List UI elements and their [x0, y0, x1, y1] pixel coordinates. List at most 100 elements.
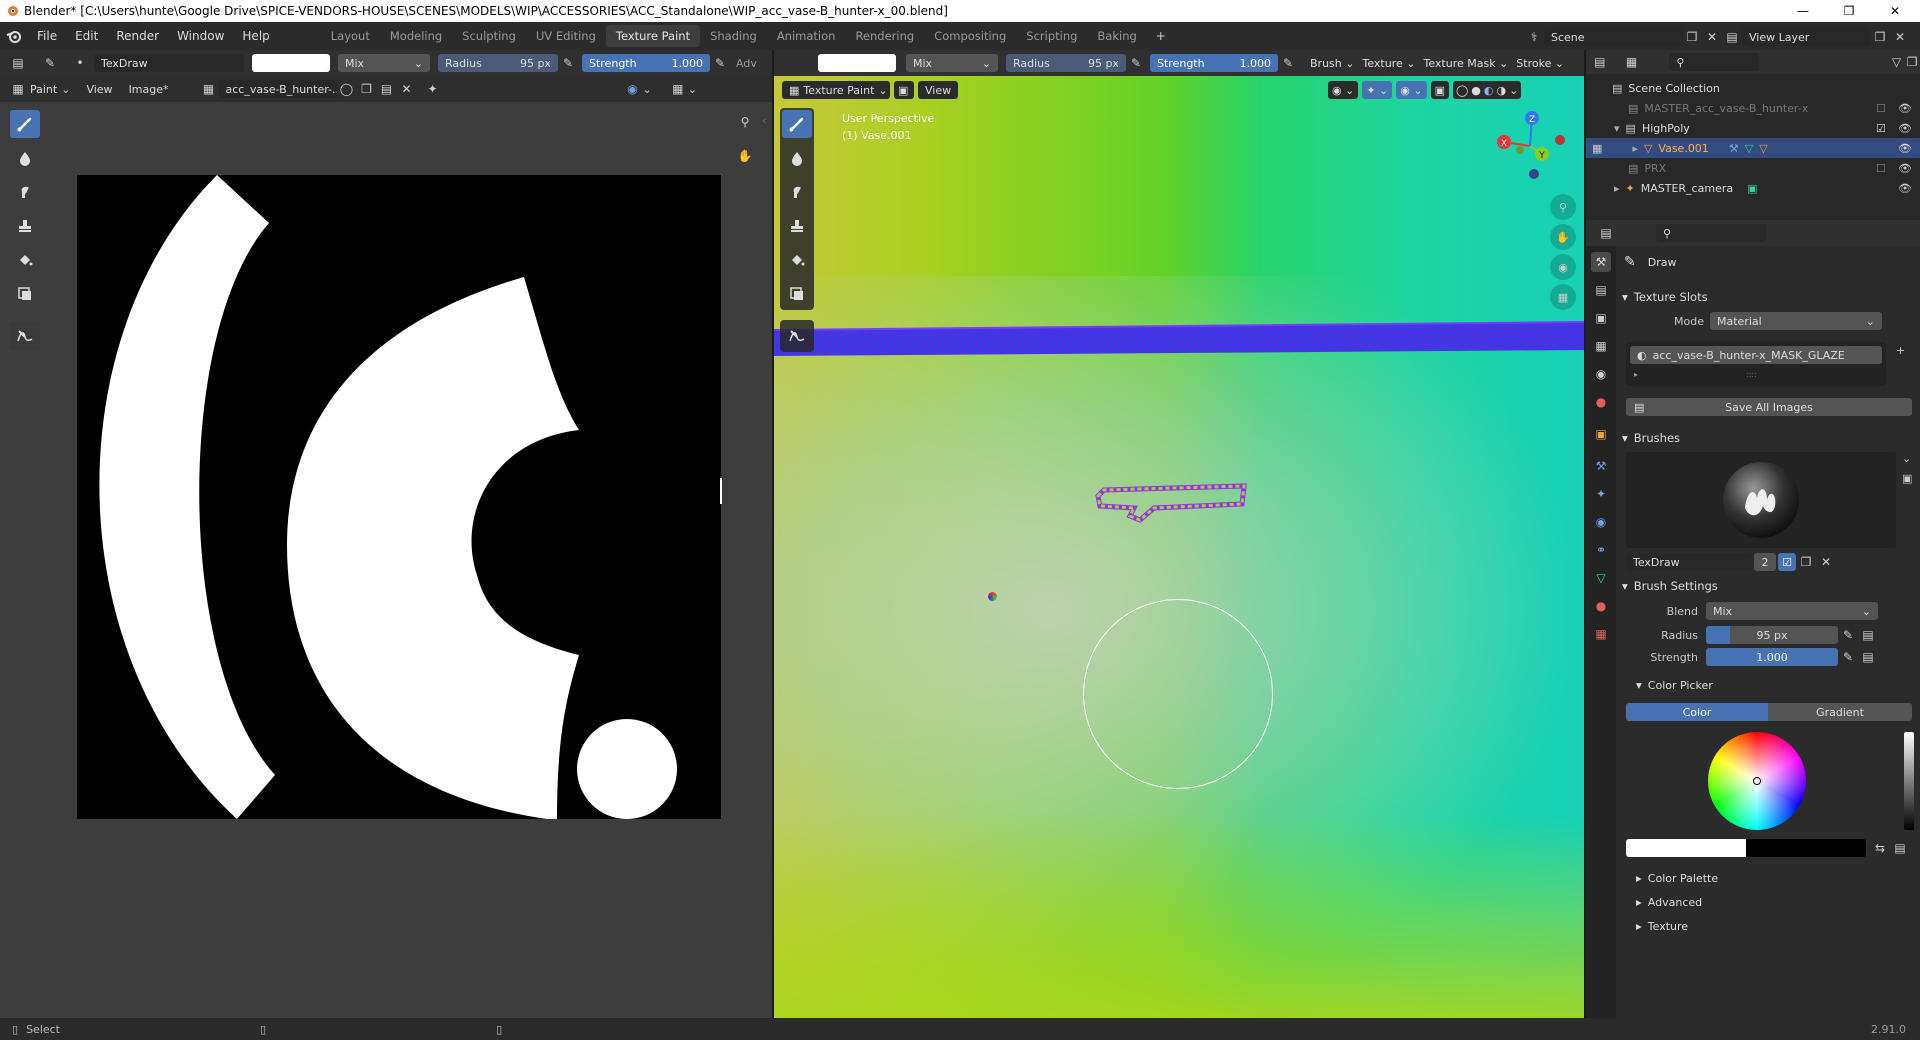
new-scene-icon[interactable]: ❐ [1682, 27, 1702, 47]
zoom-icon[interactable]: ⚲ [1550, 194, 1576, 220]
menu-edit[interactable]: Edit [66, 29, 107, 43]
physics-tab-icon[interactable]: ◉ [1591, 512, 1611, 532]
fake-user-shield-icon[interactable]: ☑ [1778, 553, 1796, 571]
scene-selector[interactable]: ⚕ Scene ❐ ✕ [1524, 27, 1722, 47]
image-browse-icon[interactable]: ▦ [199, 79, 219, 99]
brush-preview[interactable] [1626, 452, 1896, 548]
radius-pressure-icon[interactable]: ✎ [1126, 53, 1146, 73]
open-image-folder-icon[interactable]: ▤ [377, 79, 397, 99]
color-palette-subpanel-header[interactable]: ▸ Color Palette [1636, 867, 1914, 889]
menu-help[interactable]: Help [233, 29, 278, 43]
face-mask-toggle[interactable]: ▣ [894, 81, 914, 99]
new-view-layer-icon[interactable]: ❐ [1870, 27, 1890, 47]
strength-slider[interactable]: 1.000 [1706, 648, 1838, 666]
view-layer-field[interactable]: View Layer [1742, 28, 1870, 46]
pan-hand-icon[interactable]: ✋ [735, 146, 755, 166]
draw-tool-button[interactable] [782, 110, 812, 138]
primary-color-swatch[interactable] [1626, 839, 1746, 857]
delete-scene-icon[interactable]: ✕ [1702, 27, 1722, 47]
color-picker-subpanel-header[interactable]: ▾ Color Picker [1636, 674, 1914, 696]
overlays-toggle[interactable]: ◉ ⌄ [1396, 81, 1427, 99]
expand-arrow-icon[interactable]: ▸ [1632, 142, 1638, 155]
color-pressure-icon[interactable]: ▤ [1890, 838, 1910, 858]
view-layer-selector[interactable]: ▤ View Layer ❐ ✕ [1722, 27, 1910, 47]
radius-unit-icon[interactable]: ▤ [1858, 625, 1878, 645]
outliner-row-camera[interactable]: ▸ ✦ MASTER_camera ▣ 👁 [1586, 178, 1920, 198]
image-name-field[interactable]: acc_vase-B_hunter-... [218, 80, 337, 98]
scene-tab-icon[interactable]: ◉ [1591, 364, 1611, 384]
brush-color-dot-icon[interactable]: • [70, 53, 90, 73]
pin-icon[interactable]: ✦ [423, 79, 443, 99]
data-tab-icon[interactable]: ▽ [1591, 568, 1611, 588]
texture-slot-mode-dropdown[interactable]: Material ⌄ [1710, 312, 1882, 330]
xray-toggle[interactable]: ▣ [1430, 81, 1449, 99]
view-layer-tab-icon[interactable]: ▦ [1591, 336, 1611, 356]
blend-dropdown[interactable]: Mix ⌄ [1706, 602, 1878, 620]
secondary-color-swatch[interactable] [1746, 839, 1866, 857]
include-checkbox[interactable]: ☑ [1876, 122, 1886, 135]
brush-name-field[interactable]: TexDraw [94, 54, 244, 72]
mask-tool-button[interactable] [782, 280, 812, 308]
brush-users-count[interactable]: 2 [1754, 553, 1776, 571]
eye-icon[interactable]: 👁 [1898, 122, 1912, 135]
outliner-row-prx[interactable]: ▤ PRX ☐ 👁 [1586, 158, 1920, 178]
viewport-blend-dropdown[interactable]: Mix ⌄ [906, 54, 998, 72]
viewport-color-swatch[interactable] [818, 54, 896, 72]
close-window-button[interactable]: ✕ [1872, 0, 1918, 22]
brush-color-swatch[interactable] [252, 54, 330, 72]
soften-tool-button[interactable] [782, 144, 812, 172]
viewport-menu-texture-mask[interactable]: Texture Mask ⌄ [1423, 57, 1508, 70]
unlink-brush-icon[interactable]: ✕ [1816, 552, 1836, 572]
new-collection-icon[interactable]: ❐ [1904, 52, 1920, 72]
clone-tool-button[interactable] [782, 212, 812, 240]
eye-icon[interactable]: 👁 [1898, 142, 1912, 155]
modifier-tab-icon[interactable]: ⚒ [1591, 456, 1611, 476]
strength-pressure-icon[interactable]: ✎ [1838, 647, 1858, 667]
advanced-subpanel-header[interactable]: ▸ Advanced [1636, 891, 1914, 913]
view-menu[interactable]: View [86, 83, 112, 96]
exclude-checkbox[interactable]: ☐ [1876, 162, 1886, 175]
maximize-button[interactable]: ❐ [1826, 0, 1872, 22]
clone-tool-button[interactable] [10, 212, 40, 240]
navigation-gizmo[interactable]: X Y Z [1490, 106, 1574, 190]
wireframe-shading-icon[interactable]: ◯ [1456, 84, 1468, 97]
color-wheel-cursor[interactable] [1753, 777, 1761, 785]
fake-user-shield-icon[interactable]: ◯ [337, 79, 357, 99]
object-tab-icon[interactable]: ▣ [1591, 424, 1611, 444]
texture-slot-item[interactable]: ◐ acc_vase-B_hunter-x_MASK_GLAZE [1630, 346, 1882, 364]
swap-colors-icon[interactable]: ⇆ [1870, 838, 1890, 858]
delete-view-layer-icon[interactable]: ✕ [1890, 27, 1910, 47]
list-resize-icon[interactable]: ▸ [1634, 370, 1638, 379]
viewport-strength-slider[interactable]: Strength 1.000 [1150, 54, 1278, 72]
strength-pressure-icon[interactable]: ✎ [710, 53, 730, 73]
list-grip-icon[interactable]: :::: [1746, 370, 1757, 379]
save-all-images-button[interactable]: ▤ Save All Images [1626, 398, 1912, 416]
render-tab-icon[interactable]: ▤ [1591, 280, 1611, 300]
smear-tool-button[interactable] [782, 178, 812, 206]
color-wheel[interactable] [1708, 732, 1806, 830]
exclude-checkbox[interactable]: ☐ [1876, 102, 1886, 115]
strength-pressure-icon[interactable]: ✎ [1278, 53, 1298, 73]
overlay-toggle-icon[interactable]: ◉ [623, 79, 643, 99]
solid-shading-icon[interactable]: ● [1471, 84, 1481, 97]
viewport-view-menu[interactable]: View [918, 81, 959, 99]
unlink-image-icon[interactable]: ✕ [397, 79, 417, 99]
radius-pressure-icon[interactable]: ✎ [1838, 625, 1858, 645]
eye-icon[interactable]: 👁 [1898, 102, 1912, 115]
menu-file[interactable]: File [28, 29, 66, 43]
brush-specials-dropdown-icon[interactable]: ⌄ [1902, 452, 1911, 465]
viewport-radius-slider[interactable]: Radius 95 px [1006, 54, 1126, 72]
object-visibility-dropdown[interactable]: ◉ ⌄ [1328, 81, 1359, 99]
tab-uv-editing[interactable]: UV Editing [526, 25, 606, 47]
rendered-shading-icon[interactable]: ◑ [1497, 84, 1507, 97]
tool-tab-icon[interactable]: ⚒ [1591, 252, 1611, 272]
outliner-row-master-collection[interactable]: ▤ MASTER_acc_vase-B_hunter-x ☐ 👁 [1586, 98, 1920, 118]
editor-type-icon[interactable]: ▤ [1592, 52, 1608, 72]
filter-icon[interactable]: ▽ [1889, 52, 1905, 72]
sidebar-collapse-icon[interactable]: ‹ [762, 114, 766, 127]
texture-slots-panel-header[interactable]: ▾ Texture Slots [1622, 286, 1914, 308]
duplicate-brush-icon[interactable]: ❐ [1796, 552, 1816, 572]
outliner-search-input[interactable]: ⚲ [1669, 53, 1759, 71]
tab-sculpting[interactable]: Sculpting [452, 25, 526, 47]
editor-type-icon[interactable]: ▤ [1596, 223, 1616, 243]
